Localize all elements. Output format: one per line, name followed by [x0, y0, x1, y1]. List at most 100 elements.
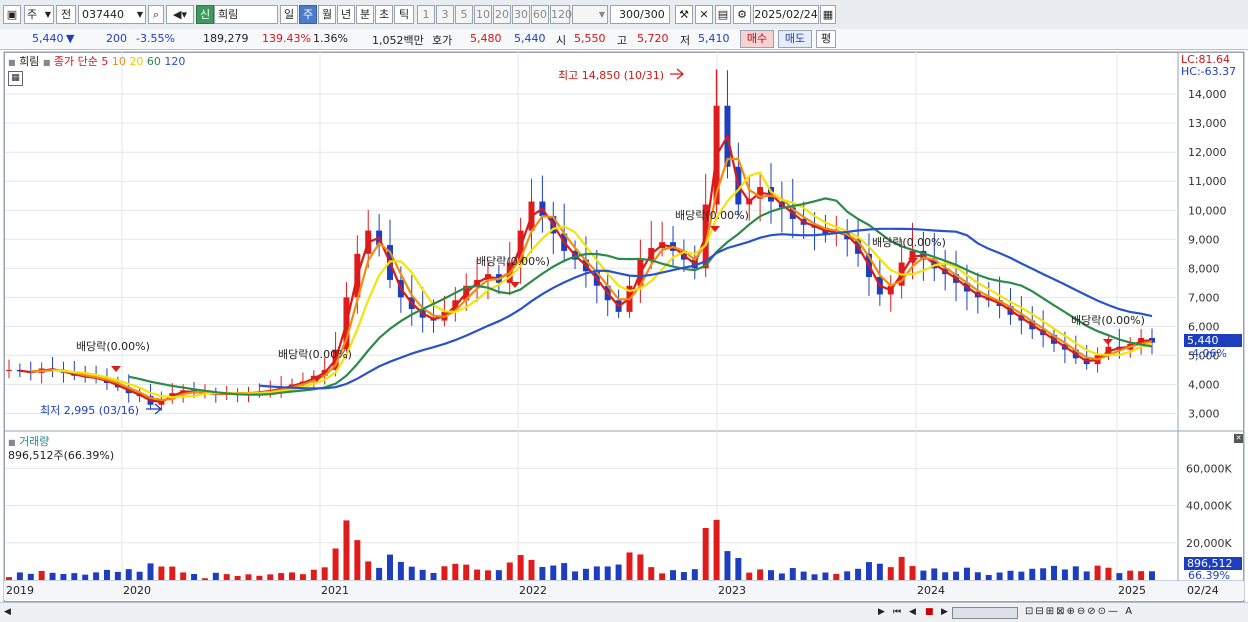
stock-chart: 14,000 13,000 12,000 11,000 10,000 9,000 8,000…	[3, 51, 1245, 603]
volume-bar	[441, 566, 448, 580]
zoom-slider[interactable]	[952, 607, 1018, 619]
dividend-arrow-icon	[1103, 339, 1113, 345]
price-tick-label: 13,000	[1188, 117, 1227, 130]
volume-bar	[974, 572, 981, 580]
volume-bar	[920, 570, 927, 580]
volume-bar	[626, 552, 633, 580]
ma-label: 종가 단순	[53, 55, 98, 68]
x-axis-label: 2025	[1118, 584, 1146, 597]
volume-bar	[593, 566, 600, 580]
volume-bar	[582, 568, 589, 580]
volume-bar	[452, 563, 459, 580]
volume-bar	[572, 571, 579, 580]
first-icon[interactable]: ⏮	[893, 605, 907, 619]
volume-bar	[38, 570, 45, 580]
volume-bar	[169, 566, 176, 580]
volume-bar	[16, 572, 23, 580]
volume-bar	[474, 569, 481, 580]
volume-bar	[27, 573, 34, 580]
volume-bar	[147, 563, 154, 580]
volume-bar	[822, 572, 829, 580]
volume-bar	[713, 519, 720, 580]
volume-bar	[376, 567, 383, 580]
volume-bar	[855, 568, 862, 580]
ma-60-label: 60	[146, 55, 161, 68]
price-tick-label: 10,000	[1188, 204, 1227, 217]
price-tick-label: 12,000	[1188, 146, 1227, 159]
dividend-note: 배당락(0.00%)	[872, 236, 946, 249]
price-panel-header: ■ 희림 ■ 종가 단순 5 10 20 60 120	[8, 53, 185, 69]
play-back-icon[interactable]: ◀	[909, 605, 923, 619]
volume-bar	[691, 569, 698, 580]
volume-bar	[833, 573, 840, 580]
volume-bar	[354, 540, 361, 580]
volume-bar	[670, 570, 677, 580]
volume-bar	[180, 572, 187, 580]
volume-bar	[125, 569, 132, 580]
price-tick-label: 7,000	[1188, 291, 1220, 304]
volume-bar	[201, 578, 208, 580]
x-axis-label: 2020	[123, 584, 151, 597]
dividend-note: 배당락(0.00%)	[278, 348, 352, 361]
volume-bar	[637, 554, 644, 580]
current-pct-tag: -4.06%	[1188, 347, 1227, 360]
volume-bar	[1061, 569, 1068, 580]
volume-bar	[768, 570, 774, 580]
volume-bar	[408, 566, 415, 580]
x-axis-label: 2021	[321, 584, 349, 597]
volume-bar	[887, 567, 894, 580]
square-icon: ■	[42, 58, 51, 67]
ma-5-label: 5	[101, 55, 109, 68]
dividend-note: 배당락(0.00%)	[675, 209, 749, 222]
volume-bar	[985, 574, 992, 580]
volume-bar	[724, 551, 731, 580]
volume-bar	[528, 559, 535, 580]
volume-bar	[256, 575, 263, 580]
high-note: 최고 14,850 (10/31)	[558, 69, 665, 82]
volume-bar	[397, 561, 404, 580]
dividend-arrow-icon	[111, 366, 121, 372]
volume-bar	[680, 572, 687, 580]
current-price-tag: 5,440	[1184, 334, 1242, 347]
volume-bar	[136, 571, 143, 580]
volume-bar	[702, 527, 709, 580]
volume-bar	[430, 572, 437, 580]
volume-bar	[953, 571, 960, 580]
price-tick-label: 3,000	[1188, 407, 1220, 420]
volume-bar	[996, 572, 1003, 580]
scroll-right-icon[interactable]: ▶	[878, 605, 890, 619]
volume-bar	[909, 566, 916, 580]
x-axis-label: 02/24	[1187, 584, 1219, 597]
volume-bar	[495, 570, 502, 580]
low-note: 최저 2,995 (03/16)	[40, 404, 140, 417]
x-axis-label: 2024	[917, 584, 945, 597]
volume-tick-label: 40,000K	[1186, 500, 1232, 513]
volume-bar	[1105, 567, 1112, 580]
volume-bar	[1018, 571, 1025, 580]
volume-bar	[778, 573, 785, 580]
moving-average-line	[30, 157, 1153, 402]
chart-scrollbar[interactable]: ◀ ▶ ⏮ ◀ ■ ▶ ⊡⊟⊞⊠⊕⊖⊘⊙— A	[0, 602, 1248, 622]
volume-bar	[1029, 568, 1036, 580]
chart-tools-icon[interactable]: ⊡⊟⊞⊠⊕⊖⊘⊙— A	[1025, 605, 1235, 619]
volume-last-value: 896,512주(66.39%)	[8, 449, 115, 462]
stop-icon[interactable]: ■	[925, 605, 939, 619]
volume-bar	[158, 566, 165, 580]
grid-menu-icon[interactable]: ▦	[8, 71, 23, 86]
volume-bar	[1040, 568, 1047, 580]
volume-bar	[963, 567, 970, 580]
volume-bar	[289, 572, 296, 580]
volume-bar	[659, 573, 666, 580]
volume-bar	[1127, 570, 1134, 580]
volume-bar	[746, 572, 753, 580]
price-tick-label: 8,000	[1188, 262, 1220, 275]
hc-label: HC:-63.37	[1181, 65, 1237, 78]
volume-bar	[615, 564, 622, 580]
close-icon[interactable]: ✕	[1234, 434, 1243, 443]
volume-bar	[114, 571, 121, 580]
scroll-left-icon[interactable]: ◀	[4, 605, 16, 619]
volume-tick-label: 20,000K	[1186, 537, 1232, 550]
volume-bar	[648, 567, 655, 580]
price-tick-label: 6,000	[1188, 320, 1220, 333]
volume-bar	[191, 573, 198, 580]
